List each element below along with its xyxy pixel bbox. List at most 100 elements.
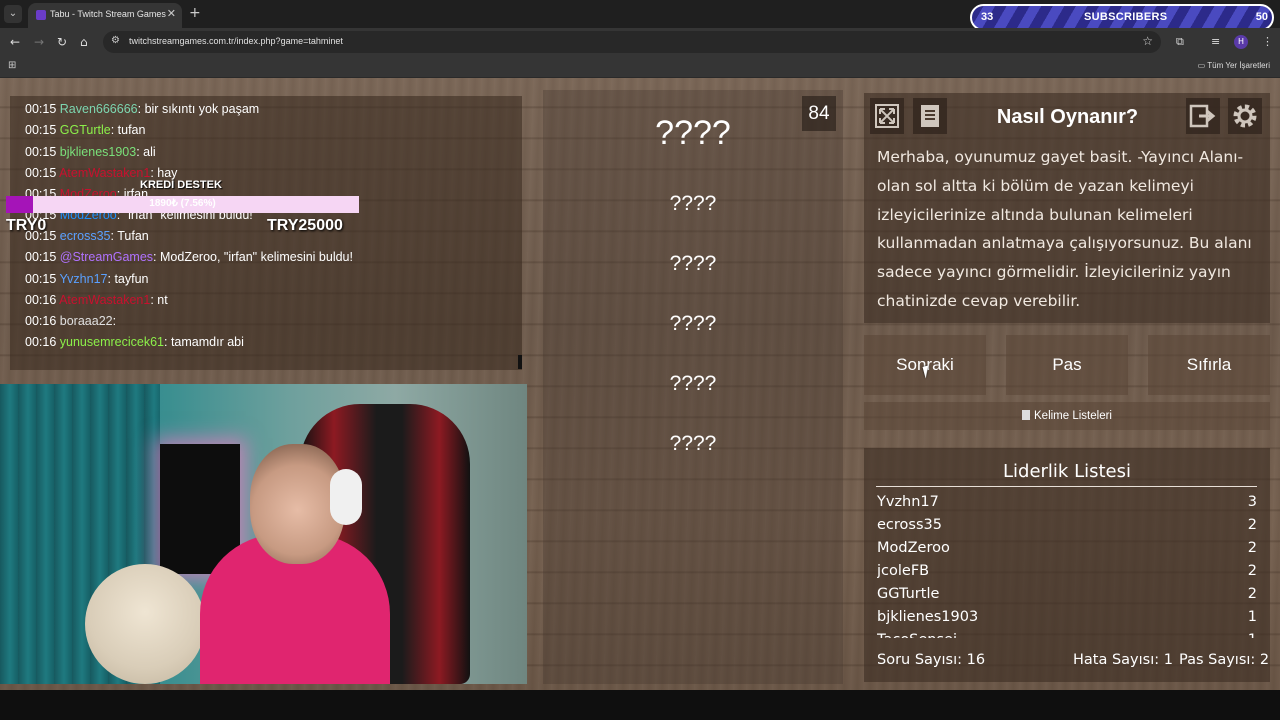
chat-username[interactable]: Yvzhn17 bbox=[60, 272, 108, 286]
leaderboard-row: TacoSensei 1 bbox=[877, 632, 1257, 638]
chat-message: 00:15 @StreamGames: ModZeroo, "irfan" ke… bbox=[25, 250, 353, 264]
menu-icon[interactable]: ⋮ bbox=[1262, 35, 1273, 48]
next-button[interactable]: Sonraki bbox=[864, 335, 986, 395]
leaderboard-title: Liderlik Listesi bbox=[1003, 461, 1131, 482]
home-icon[interactable]: ⌂ bbox=[80, 35, 88, 49]
chat-message: 00:16 AtemWastaken1: nt bbox=[25, 293, 168, 307]
chat-text: ali bbox=[143, 145, 156, 159]
site-info-icon[interactable]: ⚙ bbox=[111, 35, 120, 46]
back-icon[interactable]: ← bbox=[10, 35, 20, 49]
chat-message: 00:15 Yvzhn17: tayfun bbox=[25, 272, 149, 286]
leaderboard-list[interactable]: Yvzhn17 3 ecross35 2 ModZeroo 2 jcoleFB 2 GGTurt… bbox=[864, 490, 1270, 638]
leaderboard-row: GGTurtle 2 bbox=[877, 586, 1257, 608]
chat-message: 00:16 yunusemrecicek61: tamamdır abi bbox=[25, 335, 244, 349]
chat-username[interactable]: GGTurtle bbox=[60, 123, 111, 137]
chat-timestamp: 00:16 bbox=[25, 335, 57, 349]
folder-icon: ▭ bbox=[1197, 61, 1208, 70]
apps-grid-icon[interactable]: ⊞ bbox=[8, 60, 16, 71]
leaderboard-score: 3 bbox=[1247, 494, 1257, 510]
chat-username[interactable]: bjklienes1903 bbox=[60, 145, 136, 159]
exit-icon[interactable] bbox=[1186, 98, 1220, 134]
url-text: twitchstreamgames.com.tr/index.php?game=… bbox=[129, 36, 343, 46]
taboo-word: ???? bbox=[669, 432, 717, 455]
leaderboard-score: 1 bbox=[1248, 632, 1257, 638]
chat-username[interactable]: boraaa22 bbox=[60, 314, 113, 328]
bookmark-star-icon[interactable]: ☆ bbox=[1142, 34, 1153, 48]
chat-username[interactable]: yunusemrecicek61 bbox=[60, 335, 164, 349]
url-field[interactable]: ⚙ twitchstreamgames.com.tr/index.php?gam… bbox=[103, 31, 1161, 53]
subscriber-current-count: 33 bbox=[981, 11, 994, 23]
donation-progress-text: 1890₺ (7.56%) bbox=[149, 198, 216, 209]
chat-timestamp: 00:15 bbox=[25, 145, 57, 159]
how-to-play-text: Merhaba, oyunumuz gayet basit. -Yayıncı … bbox=[877, 148, 1252, 310]
tab-active[interactable]: Tabu - Twitch Stream Games ✕ bbox=[28, 3, 182, 28]
divider bbox=[876, 486, 1257, 487]
notes-icon[interactable] bbox=[913, 98, 947, 134]
donation-min-label: TRY0 bbox=[6, 217, 47, 234]
favicon-icon bbox=[36, 10, 46, 20]
main-word: ???? bbox=[655, 114, 731, 152]
chat-message: 00:15 bjklienes1903: ali bbox=[25, 145, 156, 159]
chat-timestamp: 00:15 bbox=[25, 250, 57, 264]
how-to-play-title: Nasıl Oynanır? bbox=[996, 106, 1139, 128]
chat-text: bir sıkıntı yok paşam bbox=[144, 102, 260, 116]
chat-scrollbar[interactable] bbox=[518, 355, 522, 369]
close-icon[interactable]: ✕ bbox=[167, 7, 176, 20]
donation-progress-bar: 1890₺ (7.56%) bbox=[6, 196, 359, 213]
tab-bar: ⌄ Tabu - Twitch Stream Games ✕ + 33 SUBS… bbox=[0, 0, 1280, 31]
leaderboard-name: ModZeroo bbox=[877, 540, 950, 556]
taskbar-strip bbox=[0, 690, 1280, 720]
address-bar-row: ← → ↻ ⌂ ⚙ twitchstreamgames.com.tr/index… bbox=[0, 28, 1280, 56]
word-lists-button[interactable]: Kelime Listeleri bbox=[864, 402, 1270, 430]
leaderboard-name: bjklienes1903 bbox=[877, 609, 979, 625]
donation-title: KREDİ DESTEK bbox=[140, 179, 222, 191]
chat-text: tufan bbox=[117, 123, 146, 137]
leaderboard-name: Yvzhn17 bbox=[877, 494, 939, 510]
pass-button[interactable]: Pas bbox=[1006, 335, 1128, 395]
leaderboard-score: 2 bbox=[1247, 563, 1257, 579]
subscriber-goal-overlay: 33 SUBSCRIBERS 50 bbox=[970, 4, 1274, 31]
tab-title: Tabu - Twitch Stream Games bbox=[50, 9, 166, 19]
forward-icon[interactable]: → bbox=[34, 35, 44, 49]
leaderboard-name: TacoSensei bbox=[877, 632, 957, 638]
tab-search-icon[interactable]: ⌄ bbox=[4, 5, 22, 23]
chat-text: tamamdır abi bbox=[170, 335, 244, 349]
chat-text: tayfun bbox=[114, 272, 149, 286]
taboo-word: ???? bbox=[669, 252, 717, 275]
bookmarks-bar: ⊞ ▭ Tüm Yer İşaretleri bbox=[0, 56, 1280, 78]
chat-text: ModZeroo, "irfan" kelimesini buldu! bbox=[160, 250, 353, 264]
leaderboard-score: 2 bbox=[1247, 586, 1257, 602]
taboo-word: ???? bbox=[669, 312, 717, 335]
leaderboard-row: jcoleFB 2 bbox=[877, 563, 1257, 585]
reload-icon[interactable]: ↻ bbox=[57, 35, 67, 49]
leaderboard-row: bjklienes1903 1 bbox=[877, 609, 1257, 631]
tab-list-icon[interactable]: ≡ bbox=[1211, 35, 1220, 48]
chat-message: 00:15 Raven666666: bir sıkıntı yok paşam bbox=[25, 102, 260, 116]
subscriber-label: SUBSCRIBERS bbox=[1084, 11, 1168, 23]
donation-max-label: TRY25000 bbox=[267, 217, 343, 234]
taboo-word: ???? bbox=[669, 192, 717, 215]
leaderboard-score: 1 bbox=[1247, 609, 1257, 625]
fullscreen-icon[interactable] bbox=[870, 98, 904, 134]
leaderboard-score: 2 bbox=[1247, 517, 1257, 533]
chat-username[interactable]: Raven666666 bbox=[60, 102, 138, 116]
chat-timestamp: 00:15 bbox=[25, 272, 57, 286]
chat-text: nt bbox=[157, 293, 168, 307]
leaderboard-row: ModZeroo 2 bbox=[877, 540, 1257, 562]
error-count: Hata Sayısı: 1 bbox=[1073, 652, 1173, 668]
leaderboard-row: ecross35 2 bbox=[877, 517, 1257, 539]
chat-timestamp: 00:15 bbox=[25, 123, 57, 137]
settings-gear-icon[interactable] bbox=[1228, 98, 1262, 134]
leaderboard-name: jcoleFB bbox=[877, 563, 930, 579]
extensions-icon[interactable]: ⧉ bbox=[1176, 35, 1184, 49]
profile-avatar[interactable]: H bbox=[1234, 35, 1248, 49]
chat-username[interactable]: @StreamGames bbox=[60, 250, 153, 264]
leaderboard-name: ecross35 bbox=[877, 517, 942, 533]
pass-count: Pas Sayısı: 2 bbox=[1179, 652, 1270, 668]
all-bookmarks-link[interactable]: ▭ Tüm Yer İşaretleri bbox=[1198, 61, 1270, 70]
new-tab-icon[interactable]: + bbox=[189, 5, 201, 21]
chat-message: 00:15 GGTurtle: tufan bbox=[25, 123, 146, 137]
chat-timestamp: 00:15 bbox=[25, 102, 57, 116]
reset-button[interactable]: Sıfırla bbox=[1148, 335, 1270, 395]
chat-username[interactable]: AtemWastaken1 bbox=[59, 293, 150, 307]
